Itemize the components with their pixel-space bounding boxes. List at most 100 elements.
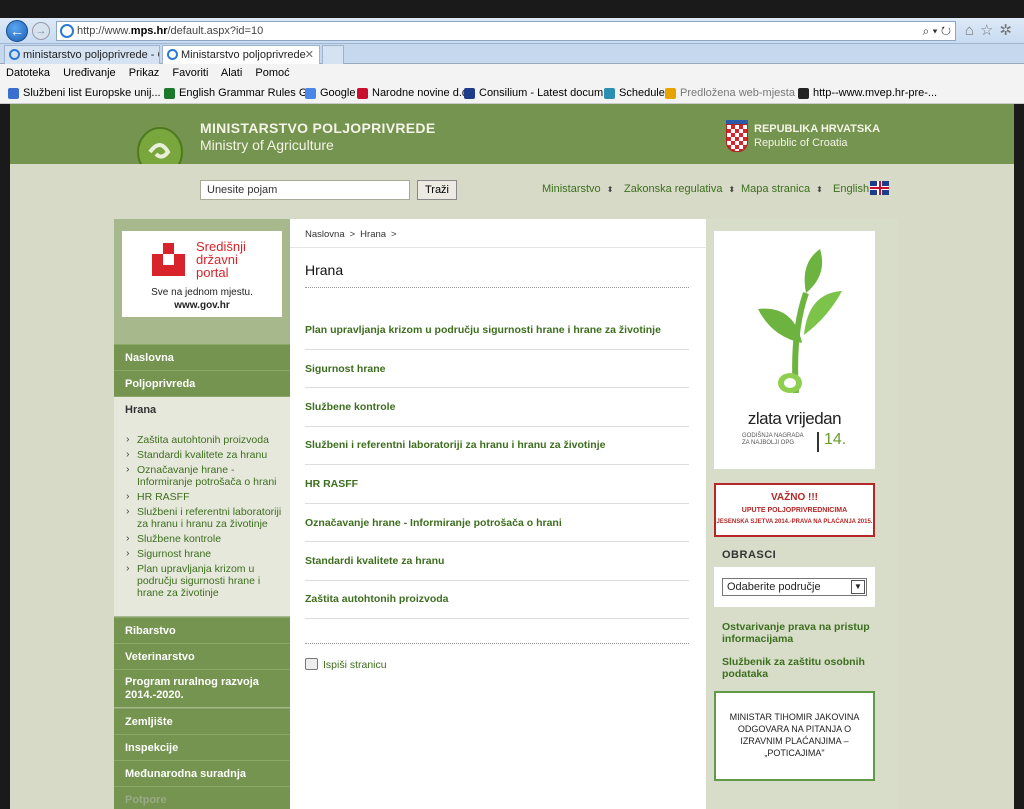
- tab-ministarstvo[interactable]: Ministarstvo poljoprivrede ✕: [162, 45, 320, 64]
- search-button[interactable]: Traži: [417, 180, 457, 200]
- fav-item[interactable]: http--www.mvep.hr-pre-...: [798, 84, 937, 103]
- sidebar-item-zemljiste[interactable]: Zemljište: [114, 708, 290, 734]
- topnav-zakonska-regulativa[interactable]: Zakonska regulativa ⬍: [624, 183, 735, 195]
- obrasci-box: Odaberite područje ▼: [714, 567, 875, 607]
- republic-title-en: Republic of Croatia: [754, 137, 848, 149]
- content-link[interactable]: Plan upravljanja krizom u području sigur…: [305, 324, 689, 336]
- breadcrumb-hrana[interactable]: Hrana: [360, 229, 386, 240]
- subnav-item[interactable]: Službene kontrole: [126, 532, 284, 545]
- subnav-item[interactable]: HR RASFF: [126, 490, 284, 503]
- sidebar-item-potpore[interactable]: Potpore: [114, 786, 290, 809]
- fav-label: Consilium - Latest docum...: [479, 87, 613, 99]
- minister-qa-banner[interactable]: MINISTAR TIHOMIR JAKOVINA ODGOVARA NA PI…: [714, 691, 875, 781]
- content-link[interactable]: Zaštita autohtonih proizvoda: [305, 593, 689, 605]
- promo-title: zlata vrijedan: [747, 409, 842, 428]
- menu-alati[interactable]: Alati: [221, 67, 242, 79]
- page-title: Hrana: [305, 262, 344, 278]
- subnav-item[interactable]: Sigurnost hrane: [126, 547, 284, 560]
- menu-datoteka[interactable]: Datoteka: [6, 67, 50, 79]
- left-sidebar: Središnji državni portal Sve na jednom mje…: [114, 219, 290, 809]
- portal-url: www.gov.hr: [174, 300, 230, 311]
- website: MINISTARSTVO POLJOPRIVREDE Ministry of A…: [10, 104, 1014, 809]
- close-tab-icon[interactable]: ✕: [305, 46, 314, 64]
- subnav-item[interactable]: Označavanje hrane - Informiranje potroša…: [126, 463, 284, 488]
- home-star-icons[interactable]: ⌂☆✲: [965, 21, 1018, 39]
- ministry-title-hr: MINISTARSTVO POLJOPRIVREDE: [200, 120, 436, 136]
- fav-item[interactable]: Službeni list Europske unij...: [8, 84, 161, 103]
- forward-button[interactable]: →: [32, 22, 50, 40]
- new-tab-button[interactable]: [322, 45, 344, 64]
- fav-item[interactable]: Predložena web-mjesta ▾: [665, 84, 804, 103]
- favicon-icon: [357, 88, 368, 99]
- topnav-label: Ministarstvo: [542, 183, 601, 195]
- fav-item[interactable]: English Grammar Rules G...: [164, 84, 317, 103]
- uk-flag-icon[interactable]: [870, 181, 889, 195]
- fav-item[interactable]: Narodne novine d.d: [357, 84, 468, 103]
- tab-search[interactable]: ministarstvo poljoprivrede - G...: [4, 45, 160, 64]
- vazno-line1: UPUTE POLJOPRIVREDNICIMA: [741, 507, 848, 514]
- fav-item[interactable]: Schedule: [604, 84, 665, 103]
- content-link[interactable]: Standardi kvalitete za hranu: [305, 555, 689, 567]
- topnav-label: Zakonska regulativa: [624, 183, 723, 195]
- search-input[interactable]: [200, 180, 410, 200]
- fav-label: English Grammar Rules G...: [179, 87, 317, 99]
- menu-pomoc[interactable]: Pomoć: [255, 67, 289, 79]
- access-information-link[interactable]: Ostvarivanje prava na pristup informacij…: [722, 621, 882, 645]
- topnav-mapa-stranica[interactable]: Mapa stranica ⬍: [741, 183, 823, 195]
- subnav-item[interactable]: Plan upravljanja krizom u području sigur…: [126, 562, 284, 599]
- favicon-icon: [665, 88, 676, 99]
- content-link[interactable]: HR RASFF: [305, 478, 689, 490]
- search-refresh-icons[interactable]: ⌕ ▾ ↻: [922, 22, 951, 40]
- menu-favoriti[interactable]: Favoriti: [172, 67, 208, 79]
- promo-subtitle: GODIŠNJA NAGRADA ZA NAJBOLJI OPG: [742, 433, 804, 446]
- url-field[interactable]: http://www.mps.hr/default.aspx?id=10 ⌕ ▾…: [56, 21, 956, 41]
- breadcrumb-naslovna[interactable]: Naslovna: [305, 229, 345, 240]
- content-link[interactable]: Sigurnost hrane: [305, 363, 689, 375]
- content-link[interactable]: Označavanje hrane - Informiranje potroša…: [305, 517, 689, 529]
- updown-caret-icon: ⬍: [728, 185, 736, 194]
- content-link[interactable]: Službene kontrole: [305, 401, 689, 413]
- favicon-icon: [464, 88, 475, 99]
- menu-prikaz[interactable]: Prikaz: [129, 67, 160, 79]
- sidebar-item-hrana[interactable]: Hrana: [114, 396, 290, 422]
- sprout-icon: [758, 249, 842, 394]
- vazno-line2: JESENSKA SJETVA 2014.-PRAVA NA PLAĆANJA …: [716, 519, 873, 525]
- ie-icon: [9, 49, 20, 60]
- sidebar-item-poljoprivreda[interactable]: Poljoprivreda: [114, 370, 290, 396]
- data-protection-officer-link[interactable]: Službenik za zaštitu osobnih podataka: [722, 656, 882, 680]
- obrasci-select[interactable]: Odaberite područje ▼: [722, 578, 867, 596]
- subnav-item[interactable]: Službeni i referentni laboratoriji za hr…: [126, 505, 284, 530]
- address-bar: ← → http://www.mps.hr/default.aspx?id=10…: [0, 18, 1024, 44]
- sidebar-subnav: Zaštita autohtonih proizvoda Standardi k…: [114, 422, 290, 616]
- topnav-english[interactable]: English: [833, 183, 869, 195]
- sidebar-item-veterinarstvo[interactable]: Veterinarstvo: [114, 643, 290, 669]
- updown-caret-icon: ⬍: [816, 185, 823, 194]
- vazno-banner[interactable]: VAŽNO !!! UPUTE POLJOPRIVREDNICIMA JESEN…: [714, 483, 875, 537]
- subnav-item[interactable]: Standardi kvalitete za hranu: [126, 448, 284, 461]
- content-link[interactable]: Službeni i referentni laboratoriji za hr…: [305, 439, 689, 451]
- fav-item[interactable]: Consilium - Latest docum...: [464, 84, 612, 103]
- subnav-item[interactable]: Zaštita autohtonih proizvoda: [126, 433, 284, 446]
- favicon-icon: [305, 88, 316, 99]
- topnav-ministarstvo[interactable]: Ministarstvo ⬍: [542, 183, 613, 195]
- sidebar-item-medunarodna-suradnja[interactable]: Međunarodna suradnja: [114, 760, 290, 786]
- breadcrumb-separator: >: [391, 229, 397, 240]
- zlata-vrijedan-banner[interactable]: zlata vrijedan GODIŠNJA NAGRADA ZA NAJBOL…: [714, 231, 875, 469]
- updown-caret-icon: ⬍: [606, 185, 614, 194]
- print-page-link[interactable]: Ispiši stranicu: [305, 658, 387, 671]
- menu-uredivanje[interactable]: Uređivanje: [63, 67, 116, 79]
- divider: [290, 247, 706, 248]
- right-sidebar: zlata vrijedan GODIŠNJA NAGRADA ZA NAJBOL…: [706, 219, 898, 809]
- sidebar-item-inspekcije[interactable]: Inspekcije: [114, 734, 290, 760]
- ie-icon: [167, 49, 178, 60]
- sidebar-item-program-ruralnog-razvoja[interactable]: Program ruralnog razvoja 2014.-2020.: [114, 669, 290, 707]
- gov-portal-banner[interactable]: Središnji državni portal Sve na jednom mje…: [122, 231, 282, 317]
- search-row: Traži Ministarstvo ⬍ Zakonska regulativa ⬍…: [10, 164, 1014, 219]
- fav-label: Google: [320, 87, 356, 99]
- fav-item[interactable]: Google: [305, 84, 355, 103]
- sidebar-item-naslovna[interactable]: Naslovna: [114, 344, 290, 370]
- sidebar-item-ribarstvo[interactable]: Ribarstvo: [114, 617, 290, 643]
- back-button[interactable]: ←: [6, 20, 28, 42]
- divider: [305, 618, 689, 619]
- url-path: /default.aspx?id=10: [167, 25, 264, 37]
